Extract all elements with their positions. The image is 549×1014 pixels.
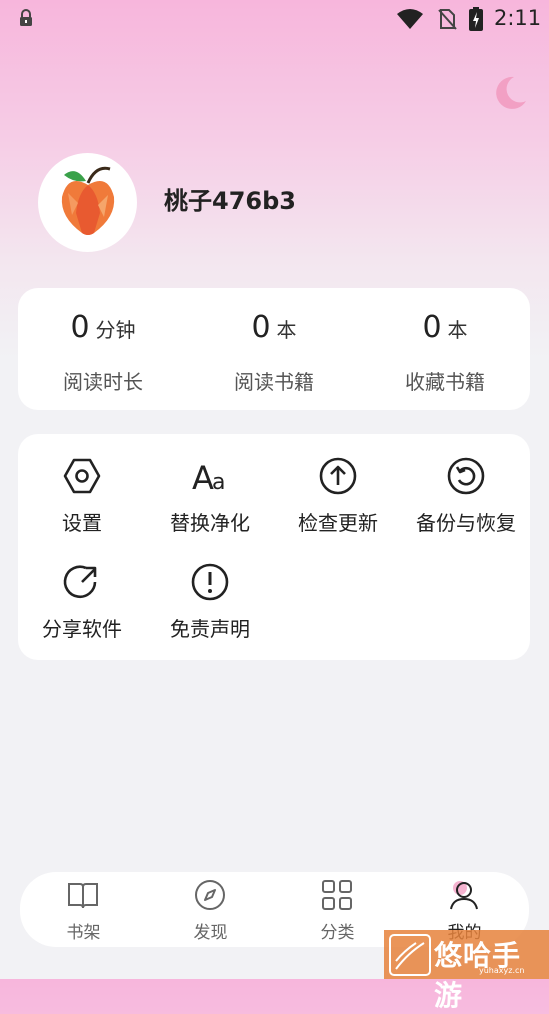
moon-icon[interactable] — [490, 73, 530, 113]
no-sim-icon — [438, 9, 457, 30]
stat-label: 收藏书籍 — [405, 370, 485, 394]
arrow-up-circle-icon — [319, 457, 357, 495]
stat-books-read[interactable]: 0本 阅读书籍 — [189, 288, 359, 410]
stat-value: 0 — [422, 310, 442, 345]
tab-discover[interactable]: 发现 — [147, 872, 274, 947]
stat-books-favorited[interactable]: 0本 收藏书籍 — [360, 288, 530, 410]
book-icon — [68, 883, 98, 909]
restore-circle-icon — [447, 457, 485, 495]
compass-icon — [195, 880, 225, 910]
menu-settings[interactable]: 设置 — [18, 434, 146, 538]
menu-label: 免责声明 — [170, 617, 250, 641]
stat-value: 0 — [70, 310, 90, 345]
share-arrow-icon — [63, 565, 97, 599]
menu-label: 分享软件 — [42, 617, 122, 641]
menu-label: 替换净化 — [170, 511, 250, 535]
menu-check-update[interactable]: 检查更新 — [274, 434, 402, 538]
avatar[interactable] — [38, 153, 137, 252]
text-aa-icon: A a — [192, 459, 225, 496]
tab-label: 书架 — [66, 923, 101, 943]
menu-label: 检查更新 — [298, 511, 378, 535]
stat-unit: 分钟 — [95, 318, 136, 342]
menu-share-app[interactable]: 分享软件 — [18, 540, 146, 644]
status-time: 2:11 — [494, 6, 542, 30]
tab-category[interactable]: 分类 — [274, 872, 401, 947]
stat-label: 阅读时长 — [63, 370, 143, 394]
grid-icon — [322, 880, 352, 910]
menu-replace-purify[interactable]: A a 替换净化 — [146, 434, 274, 538]
menu-disclaimer[interactable]: 免责声明 — [146, 540, 274, 644]
stat-reading-time[interactable]: 0 分钟 阅读时长 — [18, 288, 188, 410]
exclamation-circle-icon — [191, 563, 229, 601]
watermark-logo: 悠哈手游 yuhaxyz.cn — [384, 930, 549, 1012]
stat-label: 阅读书籍 — [234, 370, 314, 394]
lock-icon — [20, 9, 32, 26]
battery-charging-icon — [469, 7, 483, 31]
username[interactable]: 桃子476b3 — [164, 181, 296, 216]
svg-text:A: A — [192, 459, 214, 496]
menu-label: 设置 — [62, 511, 102, 535]
peach-logo-icon — [61, 166, 115, 235]
stat-unit: 本 — [447, 318, 468, 342]
stat-unit: 本 — [276, 318, 297, 342]
tab-label: 发现 — [193, 923, 228, 943]
hexagon-settings-icon — [63, 458, 101, 494]
menu-card: 设置 A a 替换净化 检查更新 备份与恢复 分享软件 免责声明 — [18, 434, 530, 660]
menu-label: 备份与恢复 — [416, 511, 516, 535]
person-icon — [450, 881, 478, 910]
tab-bookshelf[interactable]: 书架 — [20, 872, 147, 947]
stat-value: 0 — [251, 310, 271, 345]
svg-text:a: a — [212, 470, 225, 495]
tab-label: 分类 — [320, 923, 355, 943]
wifi-icon — [397, 9, 423, 29]
watermark-url: yuhaxyz.cn — [479, 966, 525, 975]
status-bar: 2:11 — [0, 0, 549, 38]
stats-card: 0 分钟 阅读时长 0本 阅读书籍 0本 收藏书籍 — [18, 288, 530, 410]
watermark-emblem-icon — [389, 934, 431, 976]
menu-backup-restore[interactable]: 备份与恢复 — [402, 434, 530, 538]
